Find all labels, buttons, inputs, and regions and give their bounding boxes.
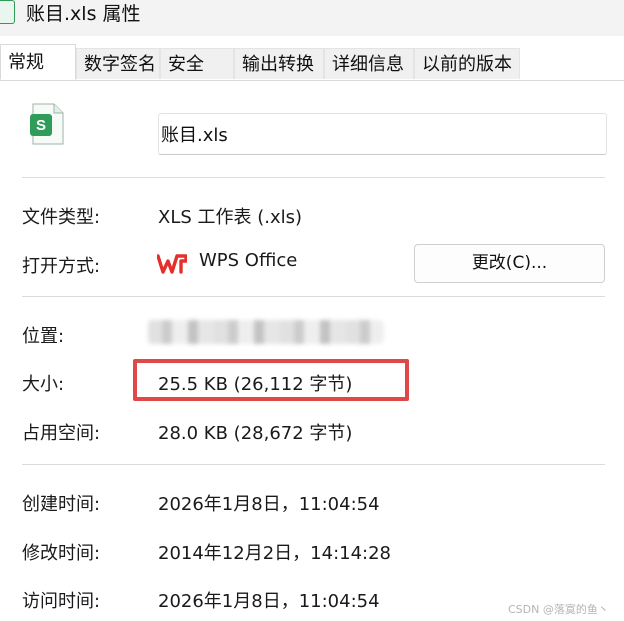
modified-value: 2014年12月2日，14:14:28: [158, 543, 392, 564]
tab-strip: 常规 数字签名 安全 输出转换 详细信息 以前的版本: [0, 44, 624, 81]
tab-security[interactable]: 安全: [160, 48, 234, 79]
change-app-button[interactable]: 更改(C)...: [414, 244, 605, 283]
spreadsheet-file-icon: S: [30, 103, 64, 145]
created-label: 创建时间:: [22, 494, 101, 515]
tab-previous-versions[interactable]: 以前的版本: [414, 48, 520, 79]
tab-general[interactable]: 常规: [0, 44, 76, 80]
tab-details[interactable]: 详细信息: [324, 48, 414, 79]
accessed-label: 访问时间:: [22, 591, 101, 612]
file-name-value: 账目.xls: [161, 125, 228, 146]
watermark: CSDN @落寞的鱼丶: [508, 603, 609, 616]
window-title: 账目.xls 属性: [26, 3, 141, 25]
wps-logo-icon: [157, 254, 187, 274]
spreadsheet-file-icon: [0, 0, 15, 24]
file-name-field[interactable]: 账目.xls: [158, 113, 607, 155]
size-label: 大小:: [22, 374, 65, 395]
divider: [22, 464, 605, 465]
divider: [22, 296, 605, 297]
svg-text:S: S: [36, 117, 46, 134]
accessed-value: 2026年1月8日，11:04:54: [158, 591, 380, 612]
created-value: 2026年1月8日，11:04:54: [158, 494, 380, 515]
tab-output-convert[interactable]: 输出转换: [234, 48, 324, 79]
size-on-disk-value: 28.0 KB (28,672 字节): [158, 423, 353, 444]
file-type-label: 文件类型:: [22, 207, 101, 228]
size-on-disk-label: 占用空间:: [22, 423, 101, 444]
open-with-label: 打开方式:: [22, 256, 101, 277]
location-value-obscured: [148, 320, 384, 344]
size-highlight-box: [133, 359, 409, 401]
divider: [22, 177, 605, 178]
title-bar: 账目.xls 属性: [0, 0, 624, 36]
file-type-value: XLS 工作表 (.xls): [158, 207, 303, 228]
open-with-app: WPS Office: [199, 250, 298, 271]
location-label: 位置:: [22, 326, 65, 347]
tab-digital-signature[interactable]: 数字签名: [76, 48, 160, 79]
modified-label: 修改时间:: [22, 543, 101, 564]
